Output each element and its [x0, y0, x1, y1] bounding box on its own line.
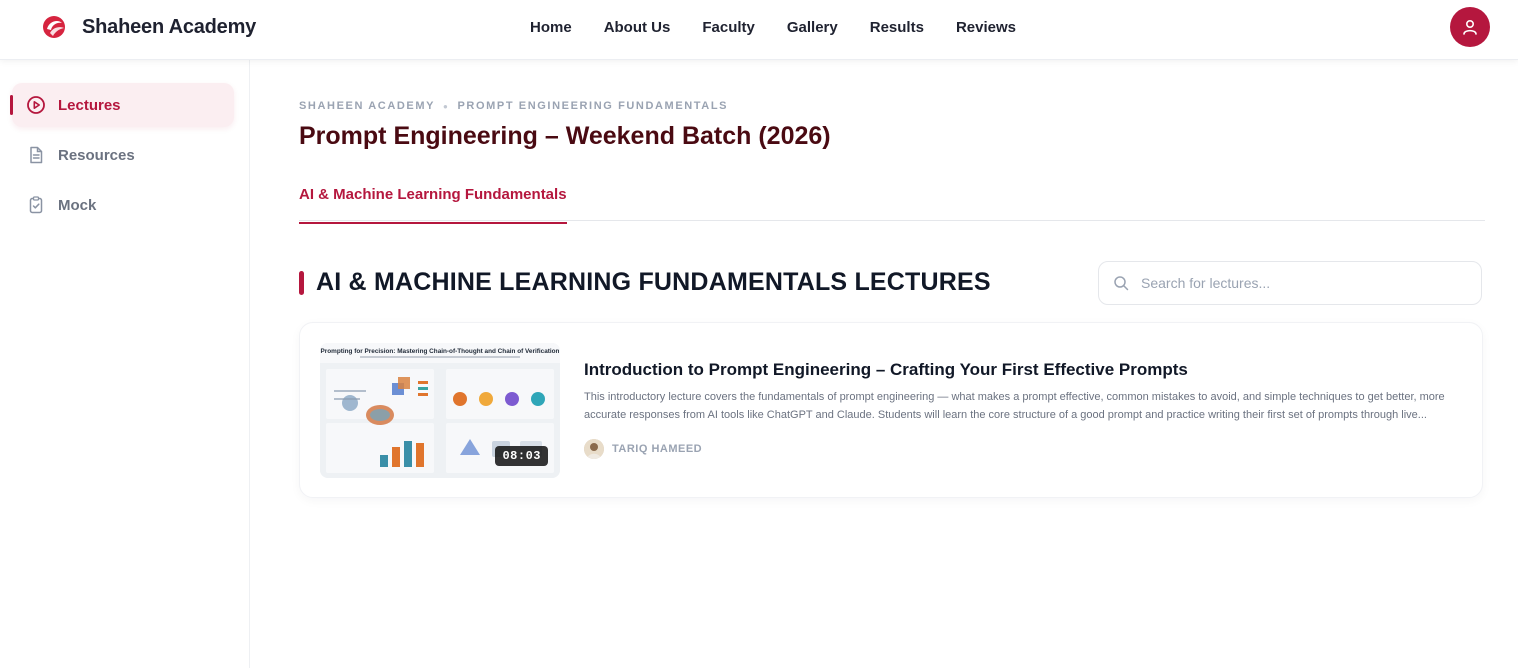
- author-avatar: [584, 439, 604, 459]
- sidebar-item-label: Resources: [58, 146, 135, 164]
- section-title: AI & MACHINE LEARNING FUNDAMENTALS LECTU…: [316, 268, 991, 296]
- lecture-search: [1098, 261, 1482, 305]
- document-icon: [26, 145, 46, 165]
- sidebar-item-lectures[interactable]: Lectures: [10, 83, 234, 127]
- breadcrumb-current: PROMPT ENGINEERING FUNDAMENTALS: [457, 100, 729, 112]
- breadcrumb: SHAHEEN ACADEMY ● PROMPT ENGINEERING FUN…: [299, 100, 728, 112]
- play-circle-icon: [26, 95, 46, 115]
- top-navigation-bar: Shaheen Academy Home About Us Faculty Ga…: [0, 0, 1518, 60]
- nav-gallery[interactable]: Gallery: [787, 19, 838, 36]
- brand-name: Shaheen Academy: [82, 15, 257, 38]
- user-icon: [1463, 19, 1477, 35]
- page-title: Prompt Engineering – Weekend Batch (2026…: [299, 122, 831, 150]
- lecture-author: TARIQ HAMEED: [584, 439, 702, 459]
- nav-home[interactable]: Home: [530, 19, 572, 36]
- breadcrumb-root[interactable]: SHAHEEN ACADEMY: [299, 100, 435, 112]
- sidebar-item-resources[interactable]: Resources: [12, 133, 234, 177]
- lecture-thumbnail[interactable]: Prompting for Precision: Mastering Chain…: [320, 343, 560, 478]
- main-nav: Home About Us Faculty Gallery Results Re…: [530, 19, 1048, 36]
- search-input[interactable]: [1141, 275, 1461, 291]
- nav-about-us[interactable]: About Us: [604, 19, 671, 36]
- search-icon: [1114, 276, 1129, 291]
- breadcrumb-separator: ●: [443, 101, 450, 111]
- brand[interactable]: Shaheen Academy: [40, 13, 256, 41]
- tab-ai-ml-fundamentals[interactable]: AI & Machine Learning Fundamentals: [299, 186, 567, 224]
- thumbnail-title: Prompting for Precision: Mastering Chain…: [321, 348, 560, 355]
- sidebar-item-mock[interactable]: Mock: [12, 183, 234, 227]
- section-accent-bar: [299, 270, 304, 295]
- sidebar: Lectures Resources Mock: [0, 60, 250, 668]
- active-indicator: [10, 95, 13, 115]
- nav-faculty[interactable]: Faculty: [702, 19, 755, 36]
- sidebar-item-label: Lectures: [58, 96, 121, 114]
- section-header: AI & MACHINE LEARNING FUNDAMENTALS LECTU…: [299, 268, 991, 297]
- nav-reviews[interactable]: Reviews: [956, 19, 1016, 36]
- clipboard-check-icon: [26, 195, 46, 215]
- course-tabs: AI & Machine Learning Fundamentals: [299, 172, 1485, 224]
- sidebar-item-label: Mock: [58, 196, 97, 214]
- lecture-card[interactable]: Prompting for Precision: Mastering Chain…: [299, 322, 1483, 498]
- nav-results[interactable]: Results: [870, 19, 924, 36]
- lecture-description: This introductory lecture covers the fun…: [584, 391, 1445, 421]
- phoenix-logo-icon: [43, 16, 65, 38]
- profile-avatar-button[interactable]: [1450, 7, 1490, 47]
- duration-badge: 08:03: [495, 446, 548, 466]
- lecture-title[interactable]: Introduction to Prompt Engineering – Cra…: [584, 360, 1188, 380]
- author-name: TARIQ HAMEED: [612, 443, 703, 455]
